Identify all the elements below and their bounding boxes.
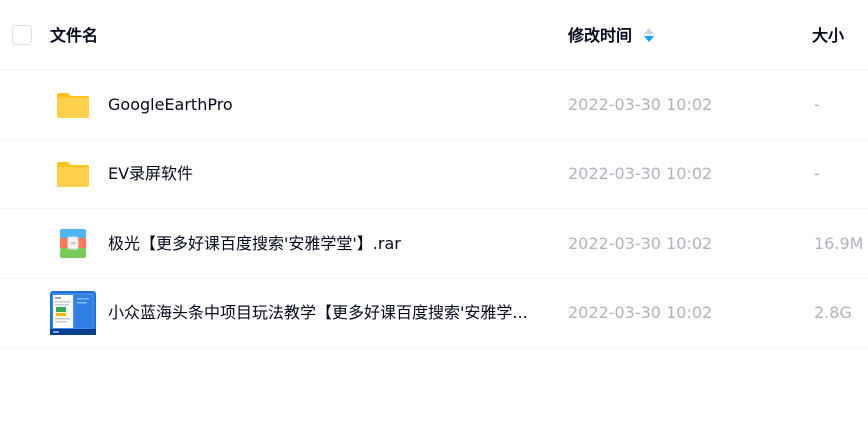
file-list-header: 文件名 修改时间 大小 <box>0 0 868 70</box>
file-size: - <box>814 95 820 114</box>
file-list: 文件名 修改时间 大小 GoogleEarthPro 2022-03-30 10… <box>0 0 868 433</box>
sort-desc-icon[interactable] <box>644 27 654 45</box>
file-size: 16.9M <box>814 234 864 253</box>
file-modified-time: 2022-03-30 10:02 <box>568 234 713 253</box>
file-size: 2.8G <box>814 303 852 322</box>
file-modified-time: 2022-03-30 10:02 <box>568 95 713 114</box>
file-name[interactable]: 小众蓝海头条中项目玩法教学【更多好课百度搜索'安雅学... <box>108 302 528 324</box>
file-name[interactable]: 极光【更多好课百度搜索'安雅学堂'】.rar <box>108 233 401 255</box>
file-row[interactable]: GoogleEarthPro 2022-03-30 10:02 - <box>0 70 868 140</box>
video-thumbnail-icon <box>50 290 96 336</box>
file-name[interactable]: GoogleEarthPro <box>108 94 233 116</box>
archive-icon <box>50 221 96 267</box>
file-row[interactable]: EV录屏软件 2022-03-30 10:02 - <box>0 139 868 209</box>
folder-icon <box>50 151 96 197</box>
select-all-checkbox[interactable] <box>12 25 32 45</box>
file-row[interactable]: 极光【更多好课百度搜索'安雅学堂'】.rar 2022-03-30 10:02 … <box>0 209 868 279</box>
file-row[interactable]: 小众蓝海头条中项目玩法教学【更多好课百度搜索'安雅学... 2022-03-30… <box>0 278 868 348</box>
folder-icon <box>50 82 96 128</box>
file-modified-time: 2022-03-30 10:02 <box>568 303 713 322</box>
column-header-size[interactable]: 大小 <box>812 25 844 47</box>
column-header-modified-time[interactable]: 修改时间 <box>568 25 632 47</box>
file-name[interactable]: EV录屏软件 <box>108 163 193 185</box>
file-size: - <box>814 164 820 183</box>
file-modified-time: 2022-03-30 10:02 <box>568 164 713 183</box>
column-header-filename[interactable]: 文件名 <box>50 25 98 47</box>
